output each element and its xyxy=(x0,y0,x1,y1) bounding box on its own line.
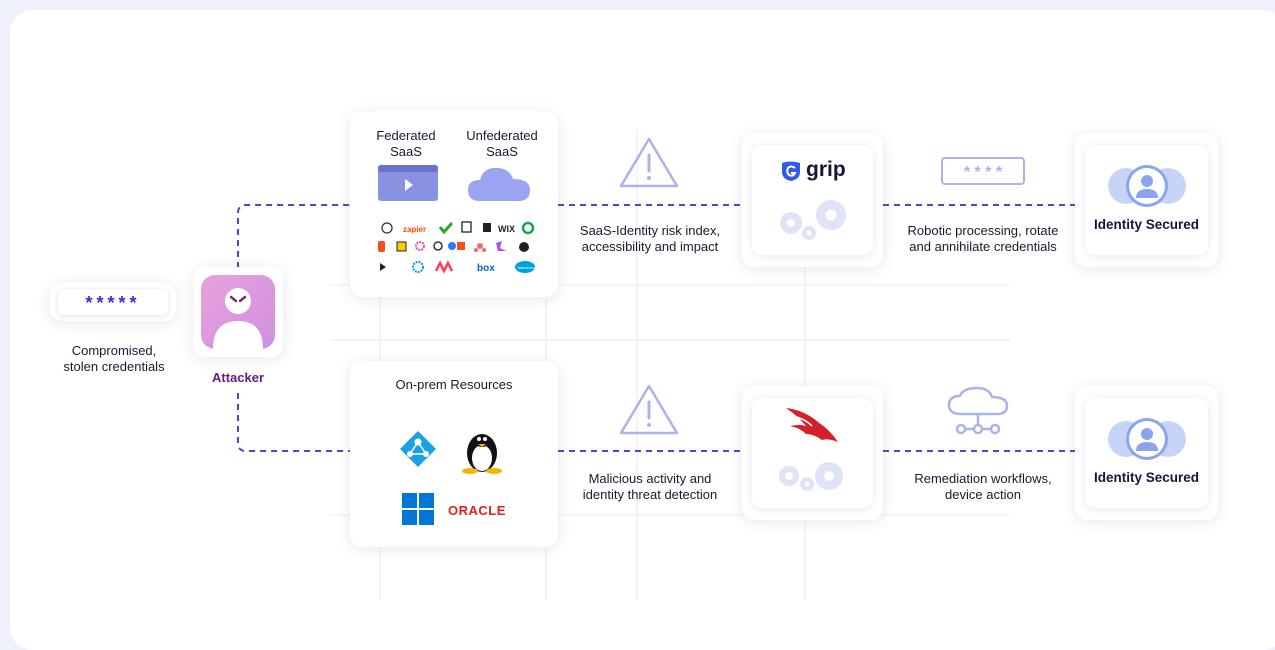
app-logo-clock-icon xyxy=(381,222,393,234)
risk-index-label: SaaS-Identity risk index, accessibility … xyxy=(560,223,740,255)
action-top-line2: and annihilate credentials xyxy=(909,239,1057,254)
oracle-logo: ORACLE xyxy=(448,503,506,518)
unfederated-line1: Unfederated xyxy=(466,128,538,143)
app-logo-notion-icon xyxy=(461,221,472,233)
federated-line2: SaaS xyxy=(390,144,422,159)
federated-saas-label: Federated SaaS xyxy=(360,128,452,160)
onprem-title: On-prem Resources xyxy=(395,377,513,392)
identity-secured-card-top: Identity Secured xyxy=(1075,133,1218,267)
browser-window-icon xyxy=(378,165,438,201)
saas-app-logos: zapier WIX box salesforce xyxy=(378,221,537,274)
grip-name: grip xyxy=(806,158,846,181)
app-logo-figma-icon xyxy=(378,241,385,252)
warning-icon xyxy=(619,384,679,435)
risk-line2: accessibility and impact xyxy=(581,239,719,254)
credentials-card: ***** xyxy=(50,283,176,321)
identity-secured-label: Identity Secured xyxy=(1093,217,1200,232)
action-top-line1: Robotic processing, rotate xyxy=(907,223,1059,238)
threat-line1: Malicious activity and xyxy=(588,471,712,486)
credentials-label: Compromised, stolen credentials xyxy=(30,343,198,375)
onprem-card: On-prem Resources ORACLE xyxy=(350,361,558,547)
threat-line2: identity threat detection xyxy=(582,487,718,502)
attacker-card xyxy=(193,267,283,357)
gears-icon xyxy=(780,200,846,240)
attacker-avatar xyxy=(201,275,275,349)
svg-text:box: box xyxy=(477,263,495,274)
password-rotate-icon: * * * * xyxy=(941,157,1025,185)
cloud-icon xyxy=(468,167,530,201)
cloud-workflow-icon xyxy=(947,386,1009,435)
identity-secured-card-bottom: Identity Secured xyxy=(1075,386,1218,520)
svg-text:salesforce: salesforce xyxy=(518,265,537,270)
federated-line1: Federated xyxy=(376,128,436,143)
credentials-mask: ***** xyxy=(58,289,168,315)
grip-processor-card: grip xyxy=(742,133,883,267)
action-bottom-line1: Remediation workflows, xyxy=(914,471,1052,486)
credentials-label-line1: Compromised, xyxy=(71,343,157,358)
svg-text:zapier: zapier xyxy=(403,225,426,234)
threat-detection-label: Malicious activity and identity threat d… xyxy=(560,471,740,503)
gears-icon xyxy=(779,462,843,491)
unfederated-saas-label: Unfederated SaaS xyxy=(454,128,550,160)
linux-tux-icon xyxy=(462,434,502,474)
app-logo-miro-icon xyxy=(396,241,407,252)
attacker-label: Attacker xyxy=(211,370,265,385)
grip-logo-icon xyxy=(782,161,800,181)
app-logo-doc-icon xyxy=(483,223,491,232)
identity-user-icon xyxy=(1108,165,1186,207)
identity-secured-label: Identity Secured xyxy=(1093,470,1200,485)
svg-text:WIX: WIX xyxy=(498,224,515,234)
unfederated-line2: SaaS xyxy=(486,144,518,159)
azure-ad-icon xyxy=(400,431,436,467)
warning-icon xyxy=(619,137,679,188)
robotic-processing-label: Robotic processing, rotate and annihilat… xyxy=(890,223,1076,255)
remediation-label: Remediation workflows, device action xyxy=(890,471,1076,503)
identity-user-icon xyxy=(1108,418,1186,460)
app-logo-check-icon xyxy=(438,222,454,235)
windows-icon xyxy=(402,493,434,525)
credentials-label-line2: stolen credentials xyxy=(63,359,165,374)
flow-connectors xyxy=(237,204,1075,452)
risk-line1: SaaS-Identity risk index, xyxy=(579,223,721,238)
crowdstrike-falcon-icon xyxy=(786,408,838,442)
app-logo-qlik-icon xyxy=(521,221,535,235)
saas-card: Federated SaaS Unfederated SaaS zapier W… xyxy=(350,111,558,297)
action-bottom-line2: device action xyxy=(945,487,1021,502)
crowdstrike-processor-card xyxy=(742,386,883,520)
